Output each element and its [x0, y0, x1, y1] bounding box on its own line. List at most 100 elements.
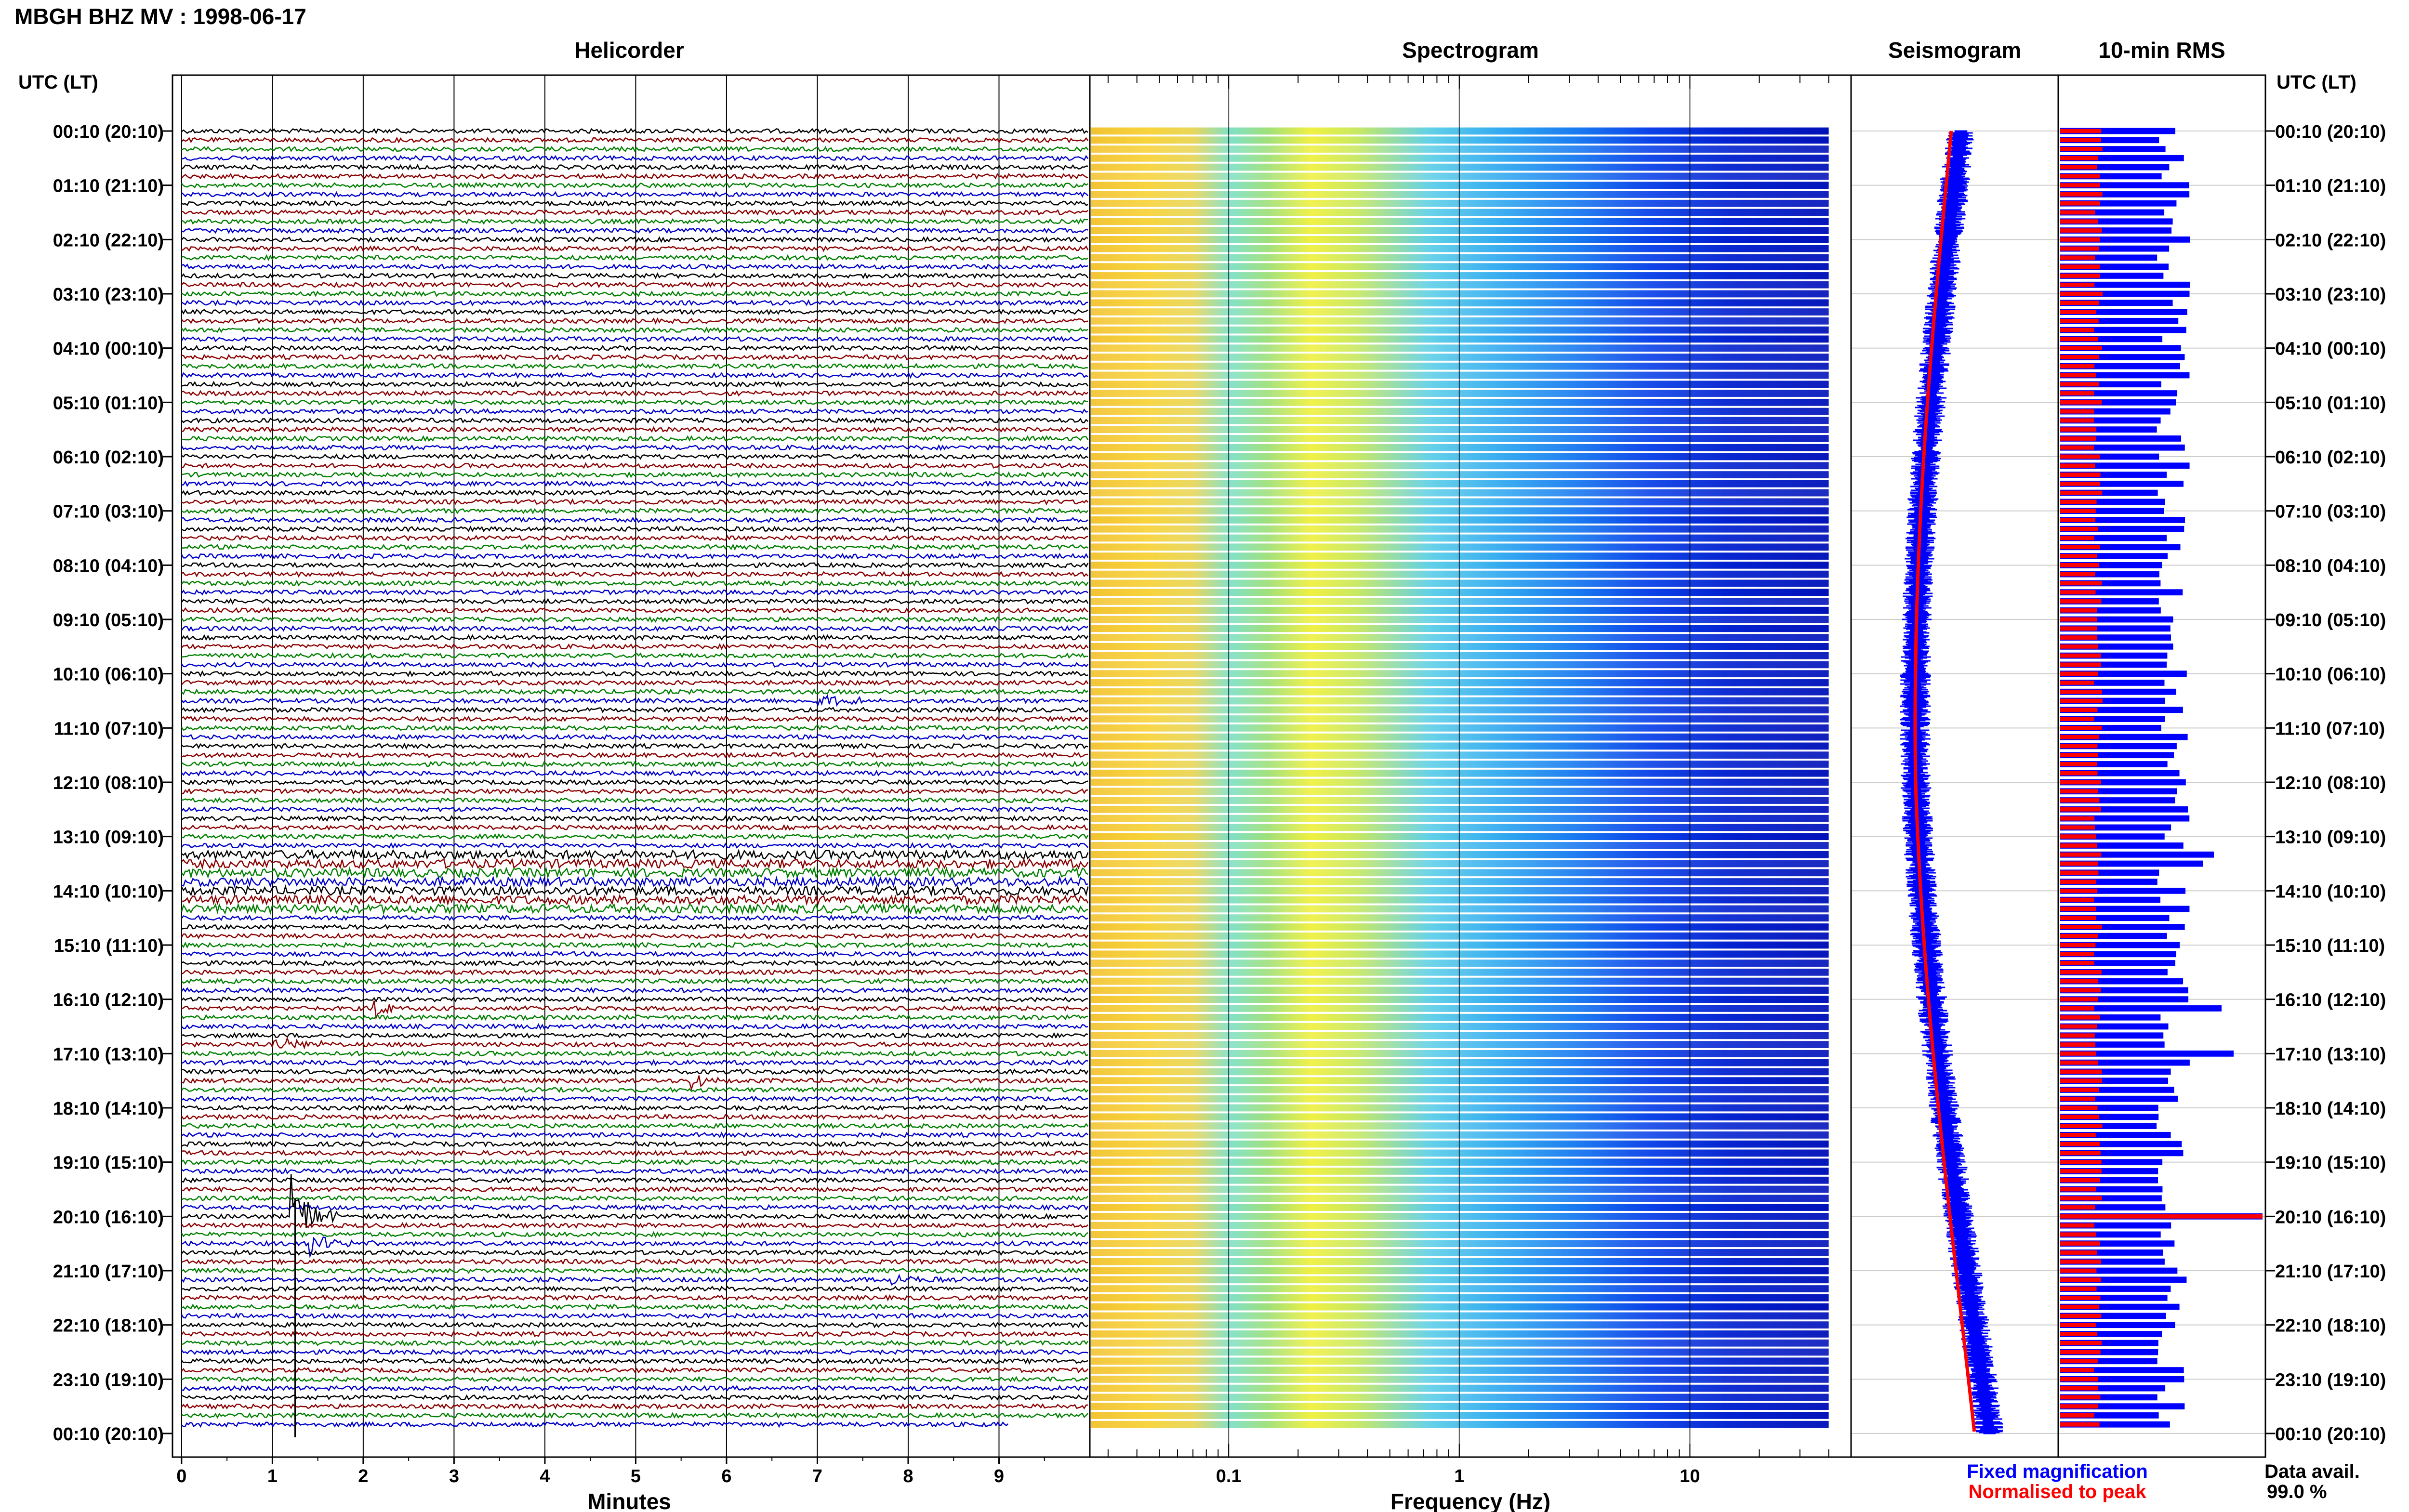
rms-bar-normalised — [2060, 1359, 2098, 1364]
rms-bar-normalised — [2060, 1295, 2101, 1300]
time-label-right: 08:10 (04:10) — [2275, 556, 2386, 576]
main-title: MBGH BHZ MV : 1998-06-17 — [14, 4, 306, 29]
rms-bar-normalised — [2060, 436, 2096, 441]
rms-bar-normalised — [2060, 988, 2101, 993]
rms-bar-normalised — [2060, 328, 2094, 332]
rms-bar-normalised — [2060, 1404, 2099, 1409]
rms-bar-normalised — [2060, 1115, 2099, 1119]
time-label-right: 06:10 (02:10) — [2275, 447, 2386, 468]
rms-bar-normalised — [2060, 725, 2102, 730]
rms-bar-normalised — [2060, 870, 2099, 875]
time-label-right: 10:10 (06:10) — [2275, 665, 2386, 685]
rms-bar-normalised — [2060, 391, 2094, 395]
rms-bar-normalised — [2060, 219, 2098, 224]
rms-bar-normalised — [2060, 681, 2094, 685]
helicorder-x-tick-label: 5 — [631, 1466, 641, 1486]
time-label-left: 00:10 (20:10) — [53, 122, 164, 142]
time-label-right: 22:10 (18:10) — [2275, 1316, 2386, 1336]
rms-bar-normalised — [2060, 852, 2102, 857]
rms-bar-normalised — [2060, 545, 2100, 550]
rms-bar-normalised — [2060, 409, 2094, 414]
time-label-left: 23:10 (19:10) — [53, 1370, 164, 1390]
helicorder-x-tick-label: 4 — [540, 1466, 550, 1486]
rms-bar-normalised — [2060, 1205, 2095, 1210]
rms-bar-normalised — [2060, 762, 2097, 766]
helicorder-xlabel: Minutes — [587, 1489, 671, 1512]
rms-bar-normalised — [2060, 952, 2094, 957]
spectrogram-title: Spectrogram — [1402, 38, 1539, 63]
rms-bar-normalised — [2060, 473, 2101, 477]
rms-bar-normalised — [2060, 1105, 2098, 1110]
rms-bar-normalised — [2060, 1332, 2098, 1336]
rms-bar-normalised — [2060, 717, 2094, 721]
rms-bar-normalised — [2060, 1142, 2100, 1146]
time-label-left: 08:10 (04:10) — [53, 556, 164, 576]
time-label-right: 00:10 (20:10) — [2275, 122, 2386, 142]
rms-bar-normalised — [2060, 925, 2102, 929]
rms-bar-normalised — [2060, 255, 2095, 260]
rms-bar-normalised — [2060, 888, 2098, 893]
rms-bar-normalised — [2060, 1033, 2095, 1038]
time-label-left: 14:10 (10:10) — [53, 881, 164, 902]
rms-bar-normalised — [2060, 789, 2099, 794]
rms-bar-normalised — [2060, 418, 2094, 423]
rms-bar-normalised — [2060, 880, 2096, 884]
rms-bar-normalised — [2060, 1132, 2096, 1137]
spectrogram-x-tick-label: 10 — [1680, 1466, 1700, 1486]
rms-bar-normalised — [2060, 798, 2100, 802]
rms-bar-normalised — [2060, 1124, 2103, 1128]
data-avail-label: Data avail. — [2264, 1461, 2360, 1482]
rms-bar-normalised — [2060, 916, 2096, 920]
time-label-left: 12:10 (08:10) — [53, 773, 164, 793]
rms-bar-normalised — [2060, 1304, 2100, 1309]
rms-bar-normalised — [2060, 617, 2097, 622]
rms-bar-normalised — [2060, 1259, 2102, 1264]
rms-bar-normalised — [2060, 662, 2102, 667]
time-label-left: 13:10 (09:10) — [53, 828, 164, 848]
rms-bar-normalised — [2060, 1368, 2094, 1372]
time-label-right: 13:10 (09:10) — [2275, 828, 2386, 848]
rms-bar-normalised — [2060, 608, 2097, 613]
rms-bar-normalised — [2060, 689, 2102, 694]
helicorder-x-tick-label: 1 — [267, 1466, 278, 1486]
rms-bar-normalised — [2060, 753, 2098, 758]
rms-bar-normalised — [2060, 274, 2101, 278]
rms-bar-normalised — [2060, 816, 2095, 821]
rms-bar-normalised — [2060, 626, 2097, 631]
time-label-left: 04:10 (00:10) — [53, 339, 164, 359]
rms-bar-normalised — [2060, 337, 2098, 342]
rms-bar-normalised — [2060, 346, 2103, 351]
time-label-right: 23:10 (19:10) — [2275, 1370, 2386, 1390]
time-label-left: 20:10 (16:10) — [53, 1207, 164, 1227]
rms-bar-normalised — [2060, 165, 2097, 170]
rms-bar-normalised — [2060, 509, 2096, 513]
time-label-left: 07:10 (03:10) — [53, 502, 164, 522]
rms-bar-normalised — [2060, 282, 2095, 287]
rms-bar-normalised — [2060, 1250, 2097, 1255]
rms-bar-normalised — [2060, 843, 2097, 848]
time-label-left: 16:10 (12:10) — [53, 990, 164, 1011]
time-label-right: 17:10 (13:10) — [2275, 1044, 2386, 1065]
rms-bar-normalised — [2060, 129, 2102, 133]
rms-bar-normalised — [2060, 373, 2096, 378]
rms-bar-normalised — [2060, 635, 2098, 640]
helicorder-title: Helicorder — [574, 38, 684, 63]
time-label-right: 15:10 (11:10) — [2275, 936, 2385, 956]
rms-bar-normalised — [2060, 526, 2098, 531]
helicorder-x-tick-label: 2 — [358, 1466, 368, 1486]
rms-bar-normalised — [2060, 500, 2097, 504]
rms-bar-normalised — [2060, 228, 2102, 233]
rms-bar-normalised — [2060, 599, 2102, 604]
helicorder-x-tick-label: 3 — [449, 1466, 459, 1486]
rms-bar-normalised — [2060, 1350, 2101, 1354]
rms-bar-normalised — [2060, 1241, 2100, 1246]
rms-bar-normalised — [2060, 1386, 2098, 1391]
spectrogram-x-tick-label: 1 — [1454, 1466, 1464, 1486]
rms-bar-normalised — [2060, 943, 2096, 947]
rms-bar-normalised — [2060, 644, 2098, 649]
time-label-right: 11:10 (07:10) — [2275, 719, 2385, 739]
rms-bar-normalised — [2060, 1323, 2096, 1328]
rms-bar-normalised — [2060, 1314, 2102, 1318]
rms-bar-normalised — [2060, 174, 2100, 179]
helicorder-x-tick-label: 0 — [176, 1466, 186, 1486]
